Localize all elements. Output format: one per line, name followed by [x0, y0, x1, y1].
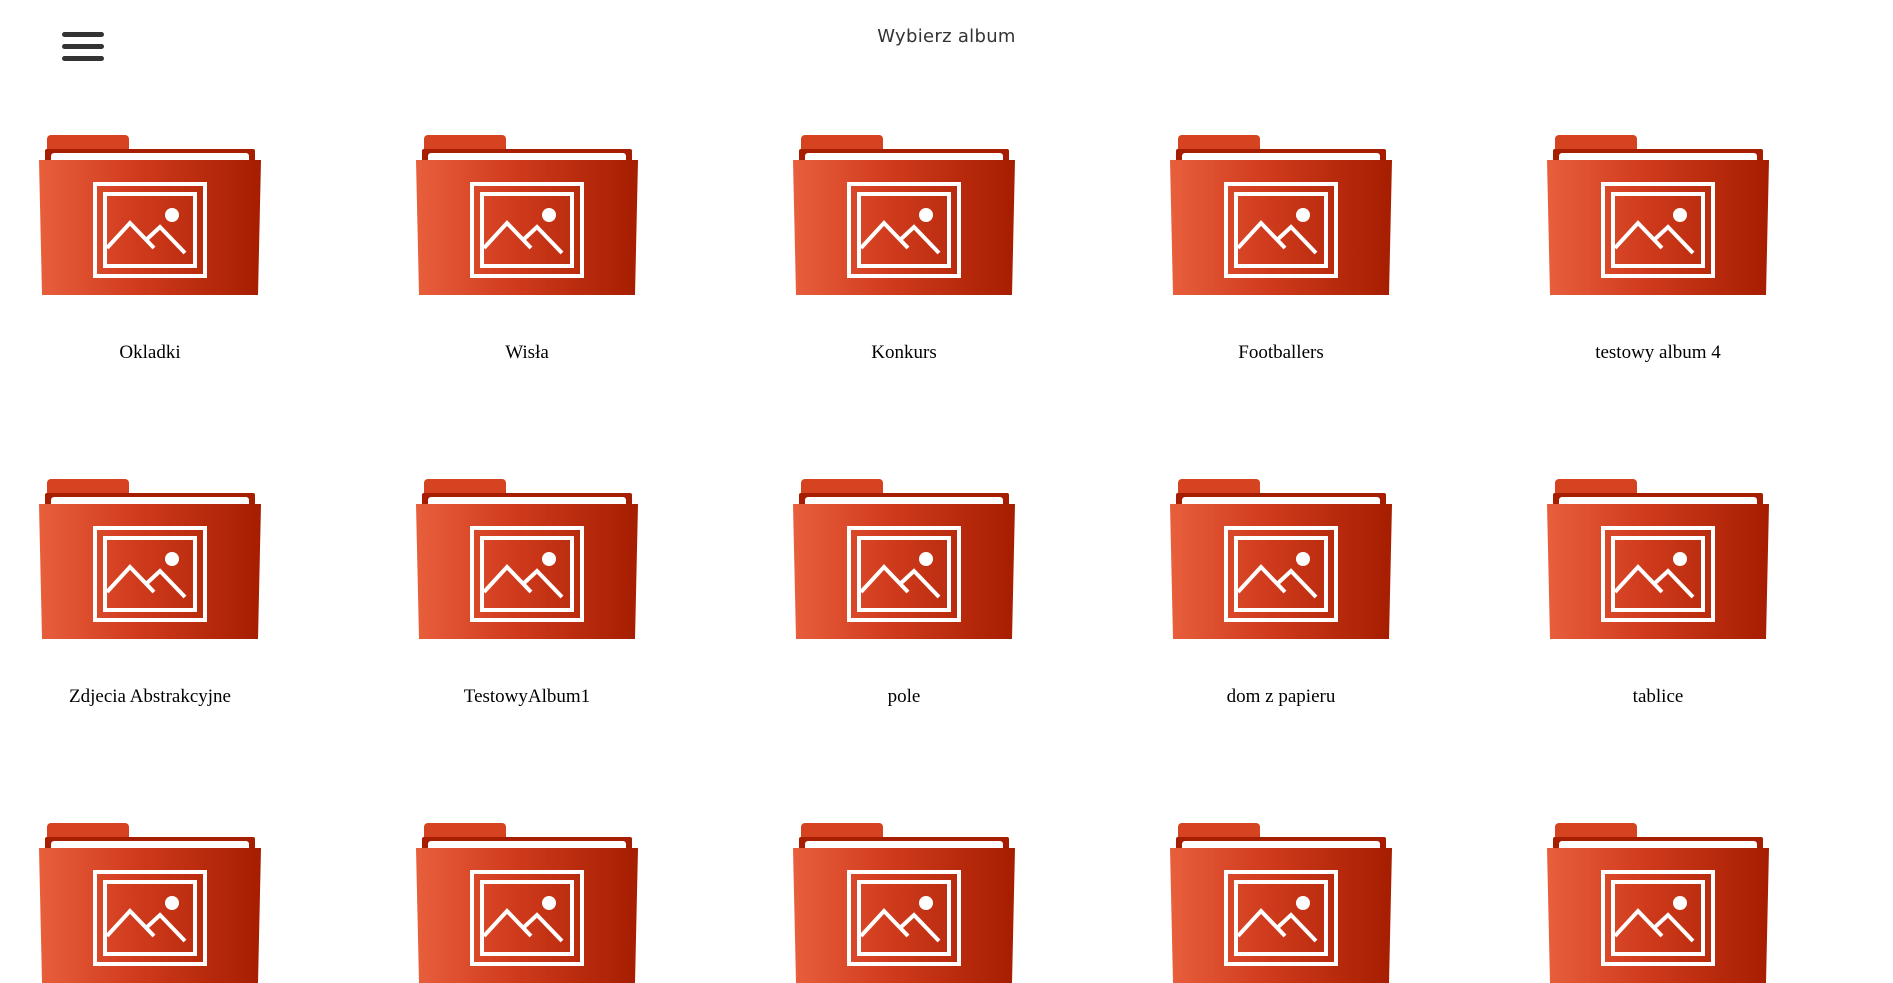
album-label: Wisła [505, 342, 549, 363]
image-folder-icon [1170, 135, 1392, 295]
album-label: Okladki [119, 342, 181, 363]
image-folder-icon [793, 479, 1015, 639]
album-label: TestowyAlbum1 [463, 686, 591, 707]
image-folder-icon [1547, 823, 1769, 983]
image-folder-icon [793, 823, 1015, 983]
image-folder-icon [793, 135, 1015, 295]
image-folder-icon [39, 479, 261, 639]
image-folder-icon [416, 135, 638, 295]
image-folder-icon [416, 479, 638, 639]
image-folder-icon [1170, 479, 1392, 639]
album-label: Zdjecia Abstrakcyjne [69, 686, 231, 707]
album-label: dom z papieru [1226, 686, 1336, 707]
image-folder-icon [39, 823, 261, 983]
album-label: testowy album 4 [1595, 342, 1721, 363]
image-folder-icon [39, 135, 261, 295]
image-folder-icon [416, 823, 638, 983]
album-label: tablice [1632, 686, 1684, 707]
album-grid: Okladki Wisła Konkurs Footballers testowy al… [0, 0, 1893, 983]
album-label: Footballers [1238, 342, 1324, 363]
image-folder-icon [1547, 135, 1769, 295]
album-label: pole [887, 686, 921, 707]
image-folder-icon [1547, 479, 1769, 639]
image-folder-icon [1170, 823, 1392, 983]
album-label: Konkurs [871, 342, 937, 363]
